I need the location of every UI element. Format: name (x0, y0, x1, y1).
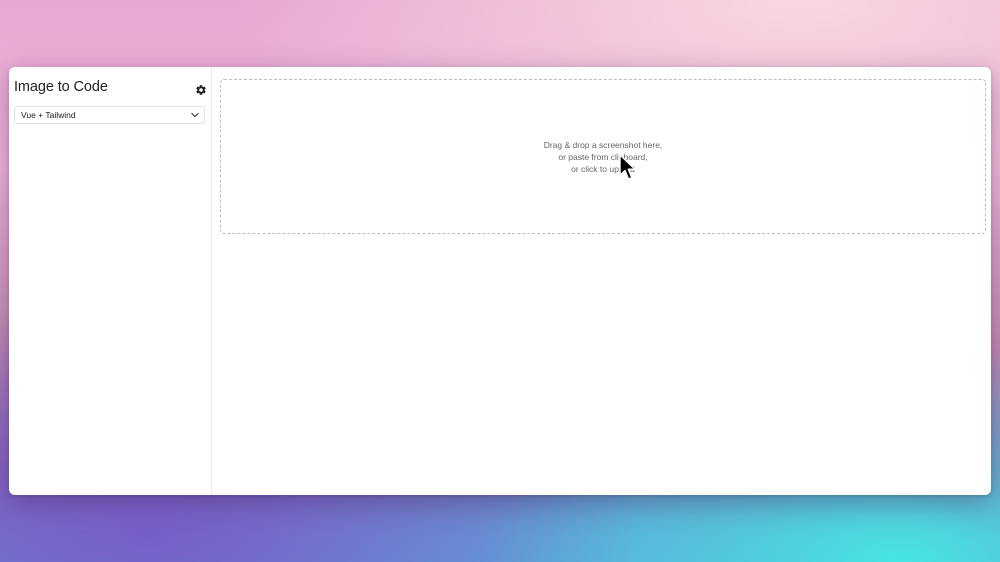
gear-icon (196, 85, 206, 95)
dropzone-line-paste: or paste from clipboard, (558, 152, 648, 162)
screenshot-dropzone[interactable]: Drag & drop a screenshot here, or paste … (220, 79, 986, 234)
app-window: Image to Code Vue + Tailwind Drag & drop… (9, 67, 991, 495)
app-title: Image to Code (14, 79, 108, 95)
framework-select[interactable]: Vue + Tailwind (14, 106, 205, 124)
dropzone-line-drag: Drag & drop a screenshot here, (543, 140, 663, 150)
chevron-down-icon (191, 112, 199, 118)
dropzone-line-upload: or click to upload (571, 164, 635, 174)
framework-select-value: Vue + Tailwind (21, 110, 76, 120)
sidebar: Image to Code Vue + Tailwind (9, 67, 212, 495)
settings-button[interactable] (195, 83, 207, 95)
dropzone-instructions: Drag & drop a screenshot here, or paste … (221, 139, 985, 175)
